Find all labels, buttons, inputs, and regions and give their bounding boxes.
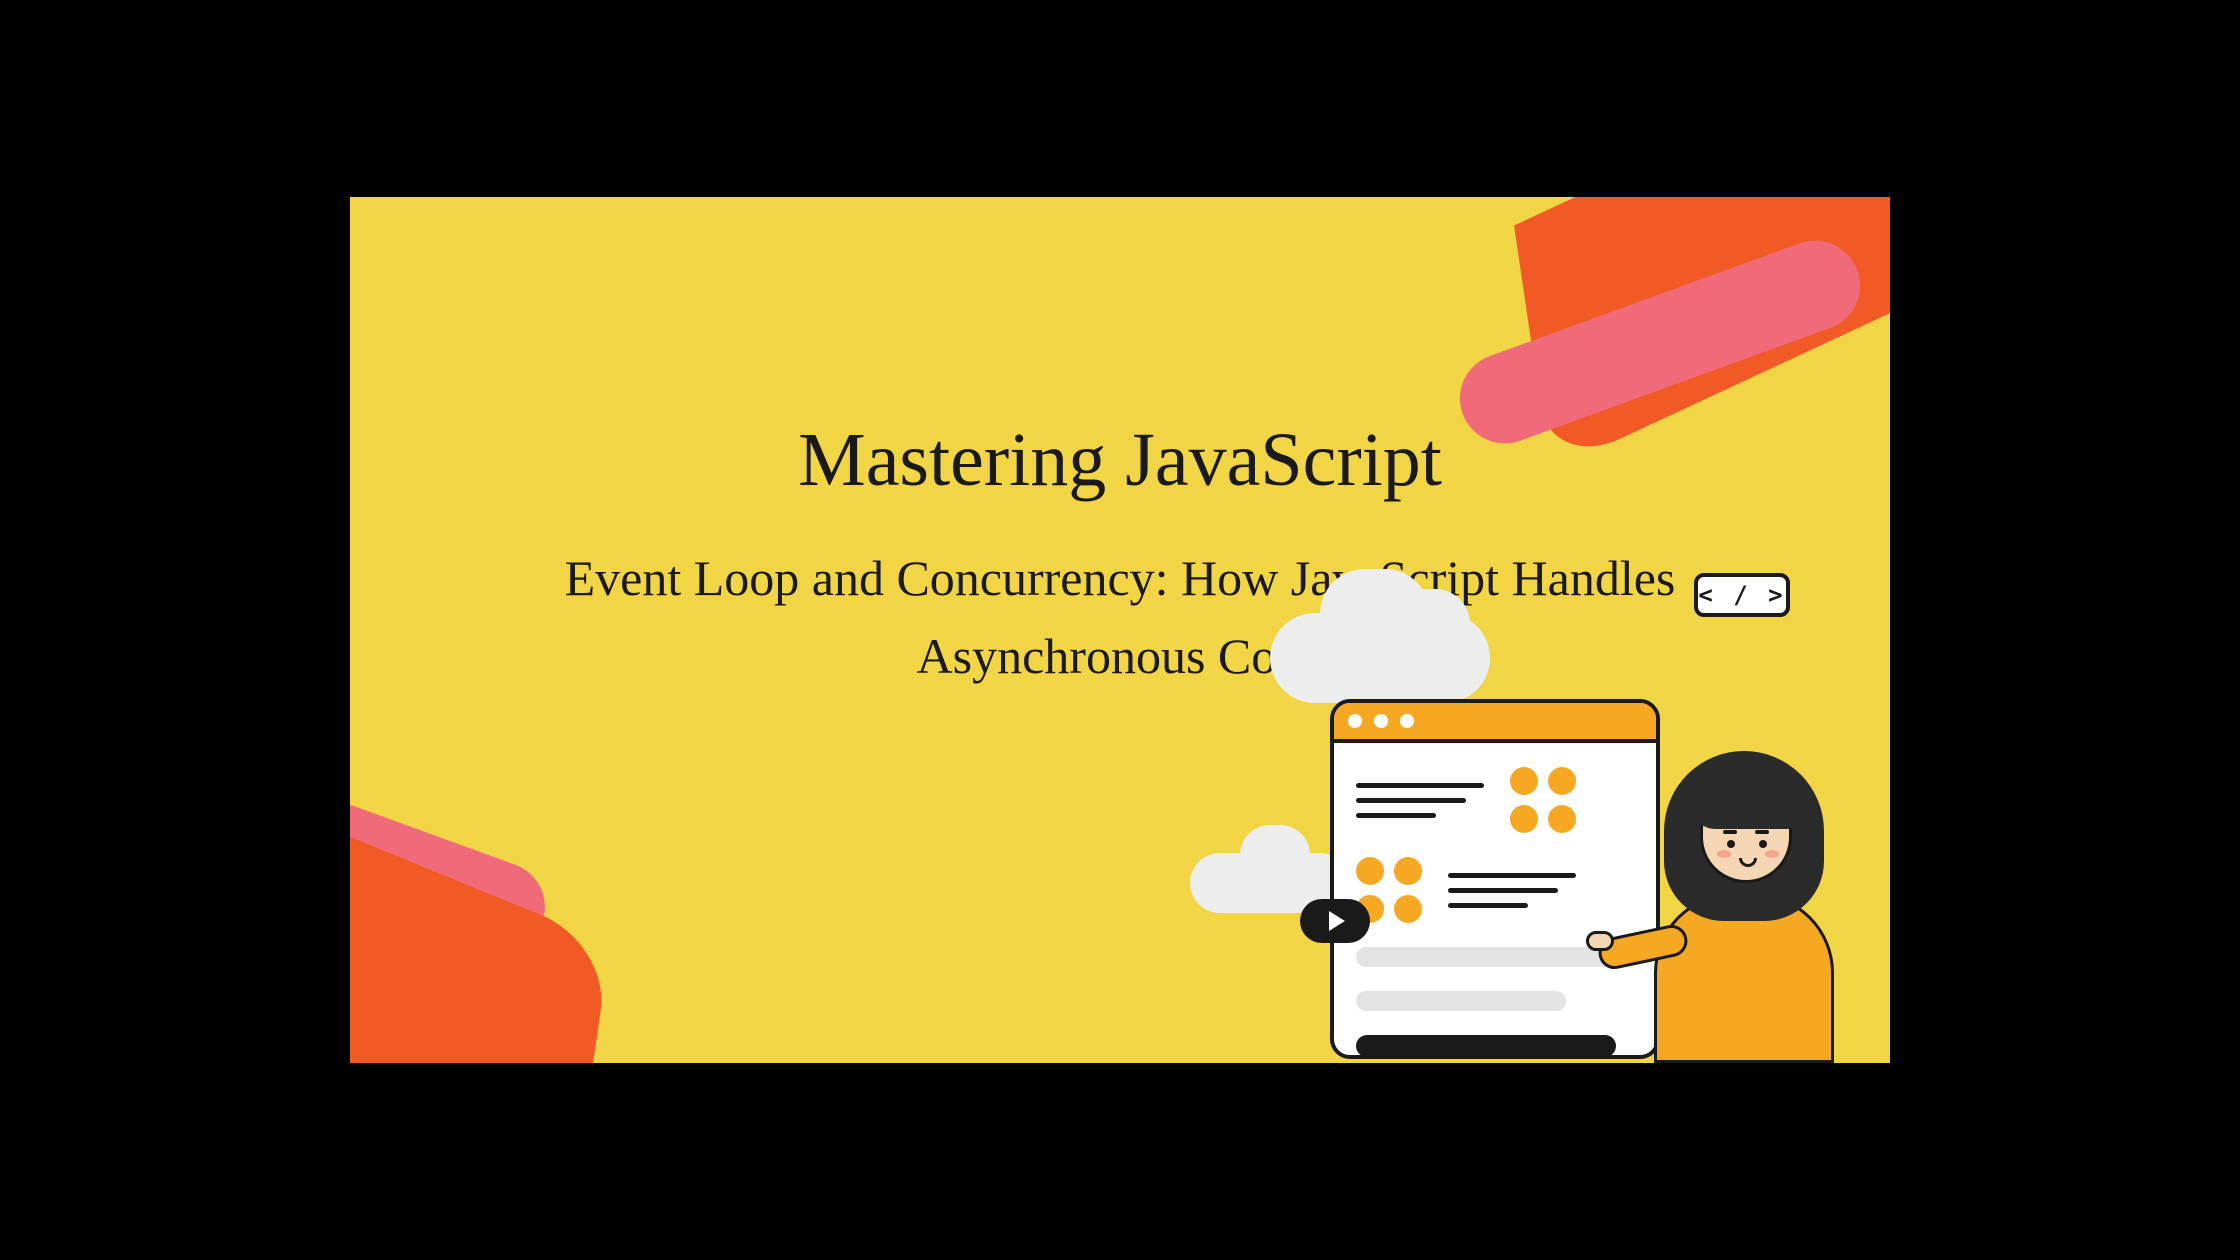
browser-window-icon bbox=[1330, 699, 1660, 1059]
person-hair-front bbox=[1690, 775, 1802, 829]
code-tag-icon: < / > bbox=[1694, 573, 1790, 617]
person-hand bbox=[1586, 931, 1614, 951]
text-lines-icon bbox=[1356, 783, 1484, 818]
placeholder-bar bbox=[1356, 947, 1616, 967]
content-row bbox=[1356, 767, 1634, 833]
play-icon bbox=[1300, 899, 1370, 943]
cloud-icon bbox=[1270, 613, 1490, 703]
illustration-group: < / > bbox=[1290, 583, 1850, 1063]
window-dot-icon bbox=[1400, 714, 1414, 728]
browser-body bbox=[1334, 743, 1656, 1059]
content-row bbox=[1356, 857, 1634, 923]
slide-title: Mastering JavaScript bbox=[350, 417, 1890, 504]
text-lines-icon bbox=[1448, 873, 1576, 908]
placeholder-bar-dark bbox=[1356, 1035, 1616, 1057]
window-dot-icon bbox=[1348, 714, 1362, 728]
window-dot-icon bbox=[1374, 714, 1388, 728]
placeholder-bar bbox=[1356, 991, 1566, 1011]
slide-card: Mastering JavaScript Event Loop and Conc… bbox=[350, 197, 1890, 1063]
browser-titlebar bbox=[1334, 703, 1656, 743]
dot-grid-icon bbox=[1510, 767, 1576, 833]
person-illustration bbox=[1628, 723, 1858, 1063]
decorative-corner-bottom-left bbox=[350, 703, 710, 1063]
